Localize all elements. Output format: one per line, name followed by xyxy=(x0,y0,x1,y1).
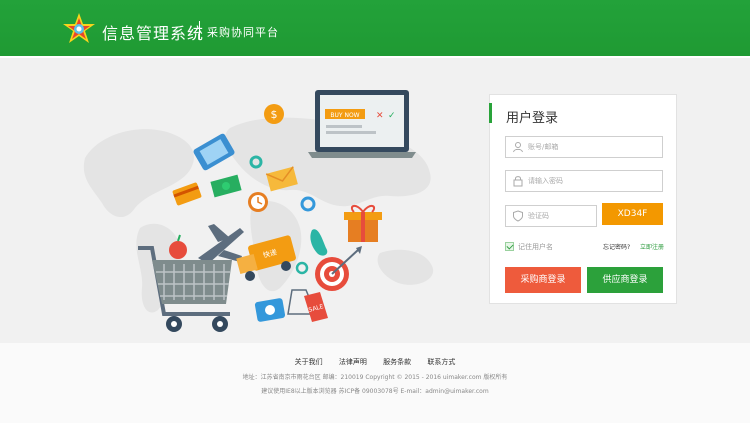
footer-link-about[interactable]: 关于我们 xyxy=(295,358,323,366)
sale-tag-icon: SALE xyxy=(287,289,328,322)
airplane-icon xyxy=(198,224,244,264)
footer-link-contact[interactable]: 联系方式 xyxy=(427,358,455,366)
svg-text:$: $ xyxy=(271,108,278,121)
username-input[interactable] xyxy=(528,139,658,155)
password-input[interactable] xyxy=(528,173,658,189)
login-panel: 用户登录 XD34F 记住用户名 忘记密码? xyxy=(489,94,677,304)
svg-text:✕: ✕ xyxy=(376,111,384,121)
register-link[interactable]: 立即注册 xyxy=(640,242,664,251)
supplier-login-button[interactable]: 供应商登录 xyxy=(587,267,663,293)
footer: 关于我们 法律声明 服务条款 联系方式 地址：江苏省南京市雨花台区 邮编：210… xyxy=(0,343,750,423)
gift-icon xyxy=(344,205,382,242)
checkbox-checked-icon[interactable] xyxy=(505,242,514,251)
footer-link-terms[interactable]: 服务条款 xyxy=(383,358,411,366)
user-icon xyxy=(513,142,523,153)
laptop-icon: BUY NOW ✕ ✓ xyxy=(308,90,416,158)
cash-icon xyxy=(210,174,242,198)
captcha-image[interactable]: XD34F xyxy=(602,203,663,225)
main-area: BUY NOW ✕ ✓ $ 快递 SALE 用户登录 账号/邮箱 验证码 XD3… xyxy=(0,58,750,343)
username-field[interactable] xyxy=(505,136,663,158)
gear-blue-icon xyxy=(300,196,316,212)
captcha-input[interactable] xyxy=(528,208,592,224)
ecommerce-illustration: BUY NOW ✕ ✓ $ 快递 SALE xyxy=(83,90,434,332)
shield-icon xyxy=(513,210,523,222)
camera-icon xyxy=(254,298,286,322)
buyer-login-button[interactable]: 采购商登录 xyxy=(505,267,581,293)
top-header: 信息管理系统 采购协同平台 xyxy=(0,0,750,58)
lock-icon xyxy=(513,176,523,187)
footer-address: 地址：江苏省南京市雨花台区 邮编：210019 Copyright © 2015… xyxy=(242,374,508,381)
footer-browser-note: 建议使用IE8以上版本浏览器 苏ICP备 09003078号 E-mail：ad… xyxy=(261,388,489,395)
captcha-field[interactable] xyxy=(505,205,597,227)
credit-card-icon xyxy=(172,182,202,206)
laptop-buy-now-label: BUY NOW xyxy=(330,112,359,119)
coin-icon: $ xyxy=(264,104,284,124)
svg-text:✓: ✓ xyxy=(388,111,396,121)
login-title: 用户登录 xyxy=(506,111,559,126)
phone-handset-icon xyxy=(310,229,328,256)
password-field[interactable] xyxy=(505,170,663,192)
platform-subtitle: 采购协同平台 xyxy=(207,26,279,39)
title-accent-bar xyxy=(489,103,492,123)
footer-links: 关于我们 法律声明 服务条款 联系方式 xyxy=(0,357,750,367)
forgot-password-link[interactable]: 忘记密码? xyxy=(603,242,630,251)
footer-link-legal[interactable]: 法律声明 xyxy=(339,358,367,366)
header-divider xyxy=(199,21,200,40)
remember-me-label: 记住用户名 xyxy=(518,243,553,251)
brand-title: 信息管理系统 xyxy=(102,24,205,43)
gear-small-icon xyxy=(295,261,309,275)
alarm-clock-icon xyxy=(248,192,268,212)
brand-logo-icon xyxy=(63,13,95,43)
